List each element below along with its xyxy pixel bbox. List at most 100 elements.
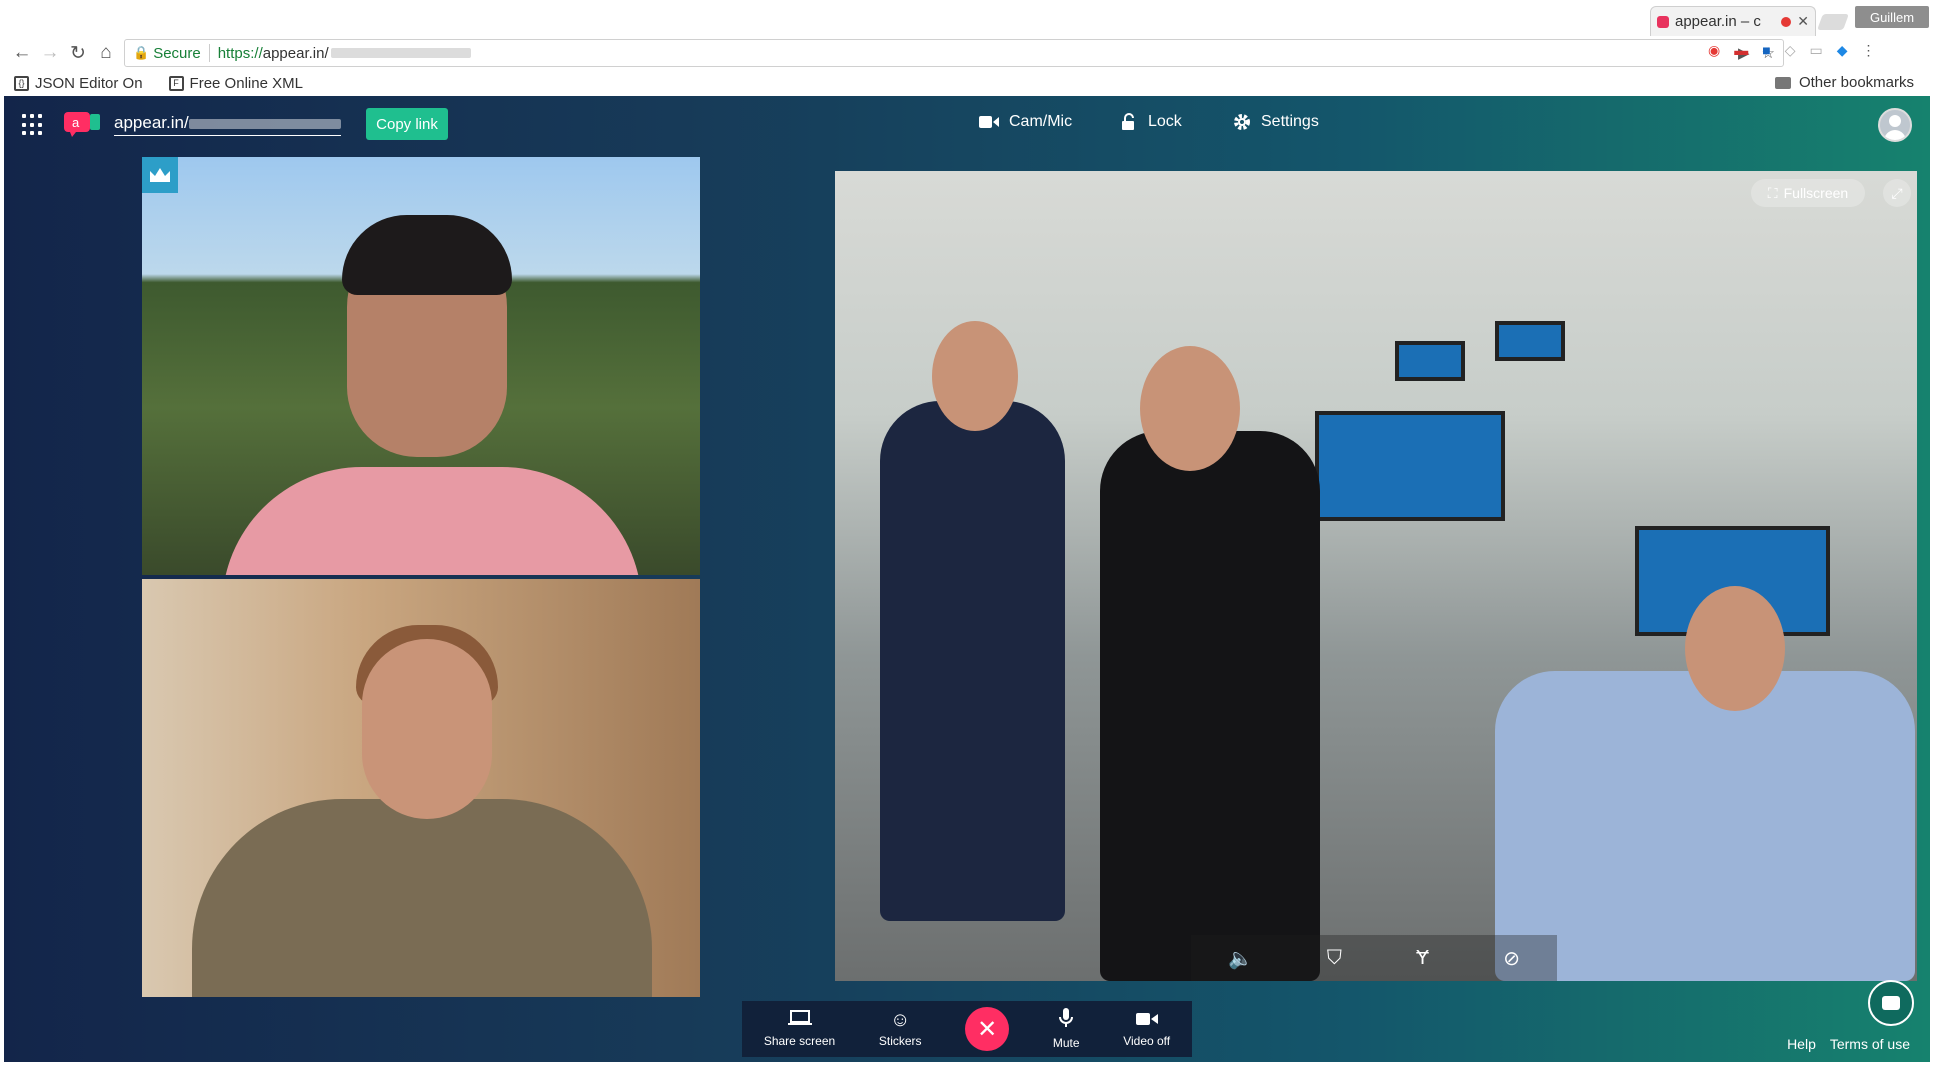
other-bookmarks[interactable]: Other bookmarks [1774,74,1914,91]
blue-extension-icon[interactable]: ◆ [1837,42,1848,59]
room-owner-crown-icon [142,157,178,193]
new-tab-button[interactable] [1817,14,1849,30]
url-host: appear.in/ [262,44,329,62]
settings-button[interactable]: Settings [1233,113,1319,131]
chat-extension-icon[interactable]: ▭ [1809,42,1822,59]
terms-of-use-link[interactable]: Terms of use [1830,1036,1910,1052]
jh-extension-icon[interactable]: ■ [1762,42,1770,59]
block-icon[interactable]: ⊘ [1503,946,1520,971]
tab-close-icon[interactable]: ✕ [1797,13,1809,30]
chat-button[interactable] [1868,980,1914,1026]
folder-icon [1774,76,1791,89]
gear-icon [1234,114,1250,130]
user-avatar[interactable] [1878,108,1912,142]
participant-person [1495,671,1915,981]
chat-bubble-icon [1882,996,1900,1010]
participant-hair [342,215,512,295]
participant-video-3[interactable]: ⛶ Fullscreen ⤢ 🔈 ⛉ Ɏ ⊘ [835,171,1917,981]
tab-title: appear.in – c [1675,13,1761,30]
appear-in-favicon-icon [1657,15,1669,28]
browser-toolbar: ← → ↻ ⌂ 🔒 Secure https:// appear.in/ ▶ ☆ [0,36,1934,70]
red-extension-icon[interactable]: ▬ [1734,42,1748,59]
participant-shirt [192,799,652,997]
apps-grid-icon[interactable] [22,114,44,136]
fullscreen-icon: ⛶ [1767,184,1778,201]
mute-button[interactable]: Mute [1053,1008,1080,1050]
microphone-icon [1059,1008,1074,1032]
office-monitor [1315,411,1505,521]
participant-person [1100,431,1320,981]
back-icon[interactable]: ← [8,39,36,67]
participant-shirt [222,467,642,575]
participant-face [1685,586,1785,711]
lock-button[interactable]: Lock [1120,113,1182,131]
unlock-icon [1122,113,1134,130]
settings-label: Settings [1261,113,1319,130]
appear-in-app: a appear.in/ Copy link Cam/Mic Lock Sett… [4,96,1930,1062]
xml-icon: F [168,75,184,91]
expand-icon[interactable]: ⤢ [1883,179,1911,207]
bookmark-json-editor[interactable]: {} JSON Editor On [14,75,143,92]
app-header: a appear.in/ Copy link Cam/Mic Lock Sett… [4,96,1930,154]
close-icon: ✕ [977,1015,998,1043]
other-bookmarks-label: Other bookmarks [1798,74,1914,91]
appear-in-logo-icon[interactable]: a [64,108,102,138]
participant-face [362,639,492,819]
laptop-icon [787,1010,812,1030]
room-url-link[interactable]: appear.in/ [114,113,341,136]
secure-label: Secure [153,44,201,62]
url-scheme: https:// [217,44,263,62]
menu-kebab-icon[interactable]: ⋮ [1861,42,1875,59]
opera-extension-icon[interactable]: ◉ [1708,42,1720,59]
shield-extension-icon[interactable]: ◇ [1785,42,1796,59]
peer-controls: 🔈 ⛉ Ɏ ⊘ [1191,935,1557,981]
participant-video-1[interactable] [142,157,700,575]
office-monitor [1495,321,1565,361]
video-off-label: Video off [1123,1034,1171,1048]
recording-indicator-icon [1781,16,1792,27]
call-controls-bar: Share screen ☺ Stickers ✕ Mute Video off [742,1001,1192,1057]
mute-label: Mute [1052,1036,1080,1050]
kick-icon[interactable]: Ɏ [1416,947,1429,970]
speaker-volume-icon[interactable]: 🔈 [1228,946,1253,971]
bookmark-label: JSON Editor On [35,74,143,92]
bookmark-free-online-xml[interactable]: F Free Online XML [168,75,303,92]
profile-button[interactable]: Guillem [1855,6,1929,28]
help-link[interactable]: Help [1787,1036,1816,1052]
stickers-button[interactable]: ☺ Stickers [879,1010,922,1048]
smiley-icon: ☺ [889,1009,911,1031]
tab-strip: appear.in – c ✕ Guillem [0,0,1934,36]
participant-video-2[interactable] [142,579,700,997]
svg-text:a: a [72,115,80,130]
share-screen-button[interactable]: Share screen [764,1010,835,1048]
cam-mic-button[interactable]: Cam/Mic [979,113,1072,131]
bookmarks-bar: {} JSON Editor On F Free Online XML Othe… [0,70,1934,96]
fullscreen-label: Fullscreen [1783,185,1849,201]
lock-label: Lock [1148,113,1182,130]
video-camera-icon [1135,1010,1158,1030]
participant-face [1140,346,1240,471]
participant-face [932,321,1018,431]
lock-icon: 🔒 [133,45,150,60]
leave-call-button[interactable]: ✕ [965,1007,1010,1051]
video-camera-icon [979,116,999,128]
office-monitor [1395,341,1465,381]
footer-links: Help Terms of use [1787,1036,1910,1052]
room-url-prefix: appear.in/ [114,113,189,132]
home-icon[interactable]: ⌂ [92,39,120,67]
redacted-url-path [330,48,471,58]
stickers-label: Stickers [878,1034,922,1048]
forward-icon[interactable]: → [36,39,64,67]
shield-badge-icon[interactable]: ⛉ [1327,947,1342,970]
json-icon: {} [14,75,29,91]
reload-icon[interactable]: ↻ [64,39,92,67]
redacted-room-name [188,118,341,129]
video-off-button[interactable]: Video off [1123,1010,1170,1048]
copy-link-button[interactable]: Copy link [366,108,448,140]
browser-chrome: appear.in – c ✕ Guillem ← → ↻ ⌂ 🔒 Secure… [0,0,1934,96]
extensions-area: ◉ ▬ ■ ◇ ▭ ◆ ⋮ [1708,42,1875,59]
fullscreen-button[interactable]: ⛶ Fullscreen [1751,179,1865,207]
address-bar[interactable]: 🔒 Secure https:// appear.in/ ▶ ☆ [124,39,1784,67]
share-screen-label: Share screen [763,1034,836,1048]
browser-tab[interactable]: appear.in – c ✕ [1650,6,1816,36]
